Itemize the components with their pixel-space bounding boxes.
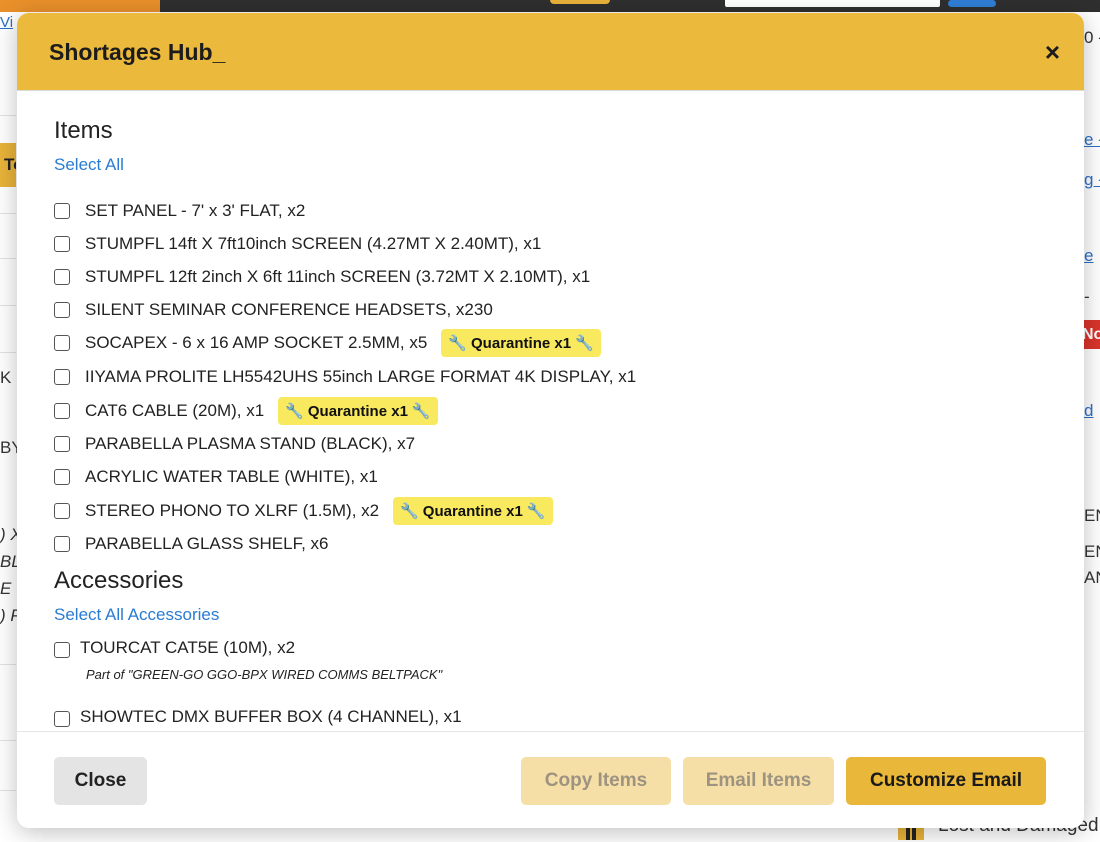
background-divider <box>0 664 16 665</box>
accessory-label: SHOWTEC DMX BUFFER BOX (4 CHANNEL), x1 <box>80 707 462 726</box>
background-text: AN <box>1084 568 1100 587</box>
item-label: ACRYLIC WATER TABLE (WHITE), x1 <box>85 467 378 486</box>
item-checkbox[interactable] <box>54 335 70 351</box>
quarantine-badge: 🔧 Quarantine x1 🔧 <box>278 397 438 425</box>
item-row: STUMPFL 14ft X 7ft10inch SCREEN (4.27MT … <box>54 232 541 256</box>
background-divider <box>0 790 16 791</box>
quarantine-badge: 🔧 Quarantine x1 🔧 <box>393 497 553 525</box>
wrench-icon: 🔧 <box>575 335 594 352</box>
item-checkbox[interactable] <box>54 536 70 552</box>
item-checkbox[interactable] <box>54 503 70 519</box>
wrench-icon: 🔧 <box>400 503 419 520</box>
item-label: SET PANEL - 7' x 3' FLAT, x2 <box>85 201 306 220</box>
item-row: SET PANEL - 7' x 3' FLAT, x2 <box>54 199 305 223</box>
item-label: STUMPFL 14ft X 7ft10inch SCREEN (4.27MT … <box>85 234 542 253</box>
select-all-accessories-link[interactable]: Select All Accessories <box>54 605 219 625</box>
accessories-heading: Accessories <box>54 567 184 594</box>
background-divider <box>0 305 16 306</box>
item-row: STUMPFL 12ft 2inch X 6ft 11inch SCREEN (… <box>54 265 590 289</box>
customize-email-button[interactable]: Customize Email <box>846 757 1046 805</box>
background-divider <box>0 258 16 259</box>
close-icon[interactable]: × <box>1045 39 1060 65</box>
badge-text: Quarantine x1 <box>307 402 408 420</box>
accessory-checkbox[interactable] <box>54 642 70 658</box>
background-divider <box>0 740 16 741</box>
item-label: STEREO PHONO TO XLRF (1.5M), x2 <box>85 501 380 520</box>
background-link: e - <box>1084 130 1100 149</box>
background-divider <box>0 115 16 116</box>
wrench-icon: 🔧 <box>285 403 304 420</box>
background-search-input <box>725 0 940 7</box>
shortages-hub-modal: Shortages Hub_ × Items Select All SET PA… <box>17 13 1084 828</box>
item-row: IIYAMA PROLITE LH5542UHS 55inch LARGE FO… <box>54 365 636 389</box>
item-label: STUMPFL 12ft 2inch X 6ft 11inch SCREEN (… <box>85 267 591 286</box>
background-search-button <box>948 0 996 7</box>
item-checkbox[interactable] <box>54 469 70 485</box>
wrench-icon: 🔧 <box>526 503 546 520</box>
item-row: PARABELLA GLASS SHELF, x6 <box>54 532 328 556</box>
select-all-link[interactable]: Select All <box>54 155 124 175</box>
background-link: Vi <box>0 14 14 31</box>
email-items-button[interactable]: Email Items <box>683 757 834 805</box>
item-row: ACRYLIC WATER TABLE (WHITE), x1 <box>54 465 378 489</box>
item-checkbox[interactable] <box>54 269 70 285</box>
title-cursor: _ <box>212 39 226 65</box>
wrench-icon: 🔧 <box>448 335 468 352</box>
item-label: PARABELLA PLASMA STAND (BLACK), x7 <box>85 434 416 453</box>
background-top-bar <box>0 0 1100 12</box>
background-divider <box>0 352 16 353</box>
background-link: d <box>1084 401 1094 420</box>
quarantine-badge: 🔧 Quarantine x1 🔧 <box>441 329 601 357</box>
item-checkbox[interactable] <box>54 203 70 219</box>
background-link: g - <box>1084 170 1100 189</box>
accessory-row: TOURCAT CAT5E (10M), x2 <box>54 638 295 658</box>
modal-body[interactable]: Items Select All SET PANEL - 7' x 3' FLA… <box>17 91 1084 731</box>
background-text: K <box>0 368 12 387</box>
background-logo-block <box>0 0 160 12</box>
background-text: - <box>1084 287 1090 306</box>
item-label: CAT6 CABLE (20M), x1 <box>85 401 265 420</box>
item-row: CAT6 CABLE (20M), x1 🔧 Quarantine x1 🔧 <box>54 397 438 425</box>
background-text: EN <box>1084 542 1100 561</box>
modal-footer: Close Copy Items Email Items Customize E… <box>17 731 1084 828</box>
background-divider <box>0 213 16 214</box>
accessory-checkbox[interactable] <box>54 711 70 727</box>
item-checkbox[interactable] <box>54 236 70 252</box>
background-text: EN <box>1084 506 1100 525</box>
item-label: IIYAMA PROLITE LH5542UHS 55inch LARGE FO… <box>85 367 637 386</box>
accessory-row: SHOWTEC DMX BUFFER BOX (4 CHANNEL), x1 <box>54 707 462 727</box>
background-pill <box>550 0 610 4</box>
modal-header: Shortages Hub_ × <box>17 13 1084 91</box>
item-checkbox[interactable] <box>54 436 70 452</box>
background-text: 0 - <box>1084 28 1100 47</box>
item-label: PARABELLA GLASS SHELF, x6 <box>85 534 329 553</box>
item-row: PARABELLA PLASMA STAND (BLACK), x7 <box>54 432 415 456</box>
copy-items-button[interactable]: Copy Items <box>521 757 671 805</box>
item-checkbox[interactable] <box>54 369 70 385</box>
items-heading: Items <box>54 117 113 144</box>
item-checkbox[interactable] <box>54 403 70 419</box>
item-row: SILENT SEMINAR CONFERENCE HEADSETS, x230 <box>54 298 493 322</box>
item-checkbox[interactable] <box>54 302 70 318</box>
item-label: SOCAPEX - 6 x 16 AMP SOCKET 2.5MM, x5 <box>85 333 428 352</box>
background-tag: To <box>0 143 16 187</box>
badge-text: Quarantine x1 <box>471 334 572 352</box>
background-link: e <box>1084 246 1094 265</box>
modal-title-text: Shortages Hub <box>49 39 213 65</box>
modal-title: Shortages Hub_ <box>49 39 225 66</box>
close-button[interactable]: Close <box>54 757 147 805</box>
accessory-parent-note: Part of "GREEN-GO GGO-BPX WIRED COMMS BE… <box>86 667 443 682</box>
item-row: SOCAPEX - 6 x 16 AMP SOCKET 2.5MM, x5 🔧 Q… <box>54 329 601 357</box>
badge-text: Quarantine x1 <box>422 502 523 520</box>
item-label: SILENT SEMINAR CONFERENCE HEADSETS, x230 <box>85 300 493 319</box>
accessory-label: TOURCAT CAT5E (10M), x2 <box>80 638 296 657</box>
wrench-icon: 🔧 <box>411 403 431 420</box>
item-row: STEREO PHONO TO XLRF (1.5M), x2 🔧 Quarant… <box>54 497 553 525</box>
